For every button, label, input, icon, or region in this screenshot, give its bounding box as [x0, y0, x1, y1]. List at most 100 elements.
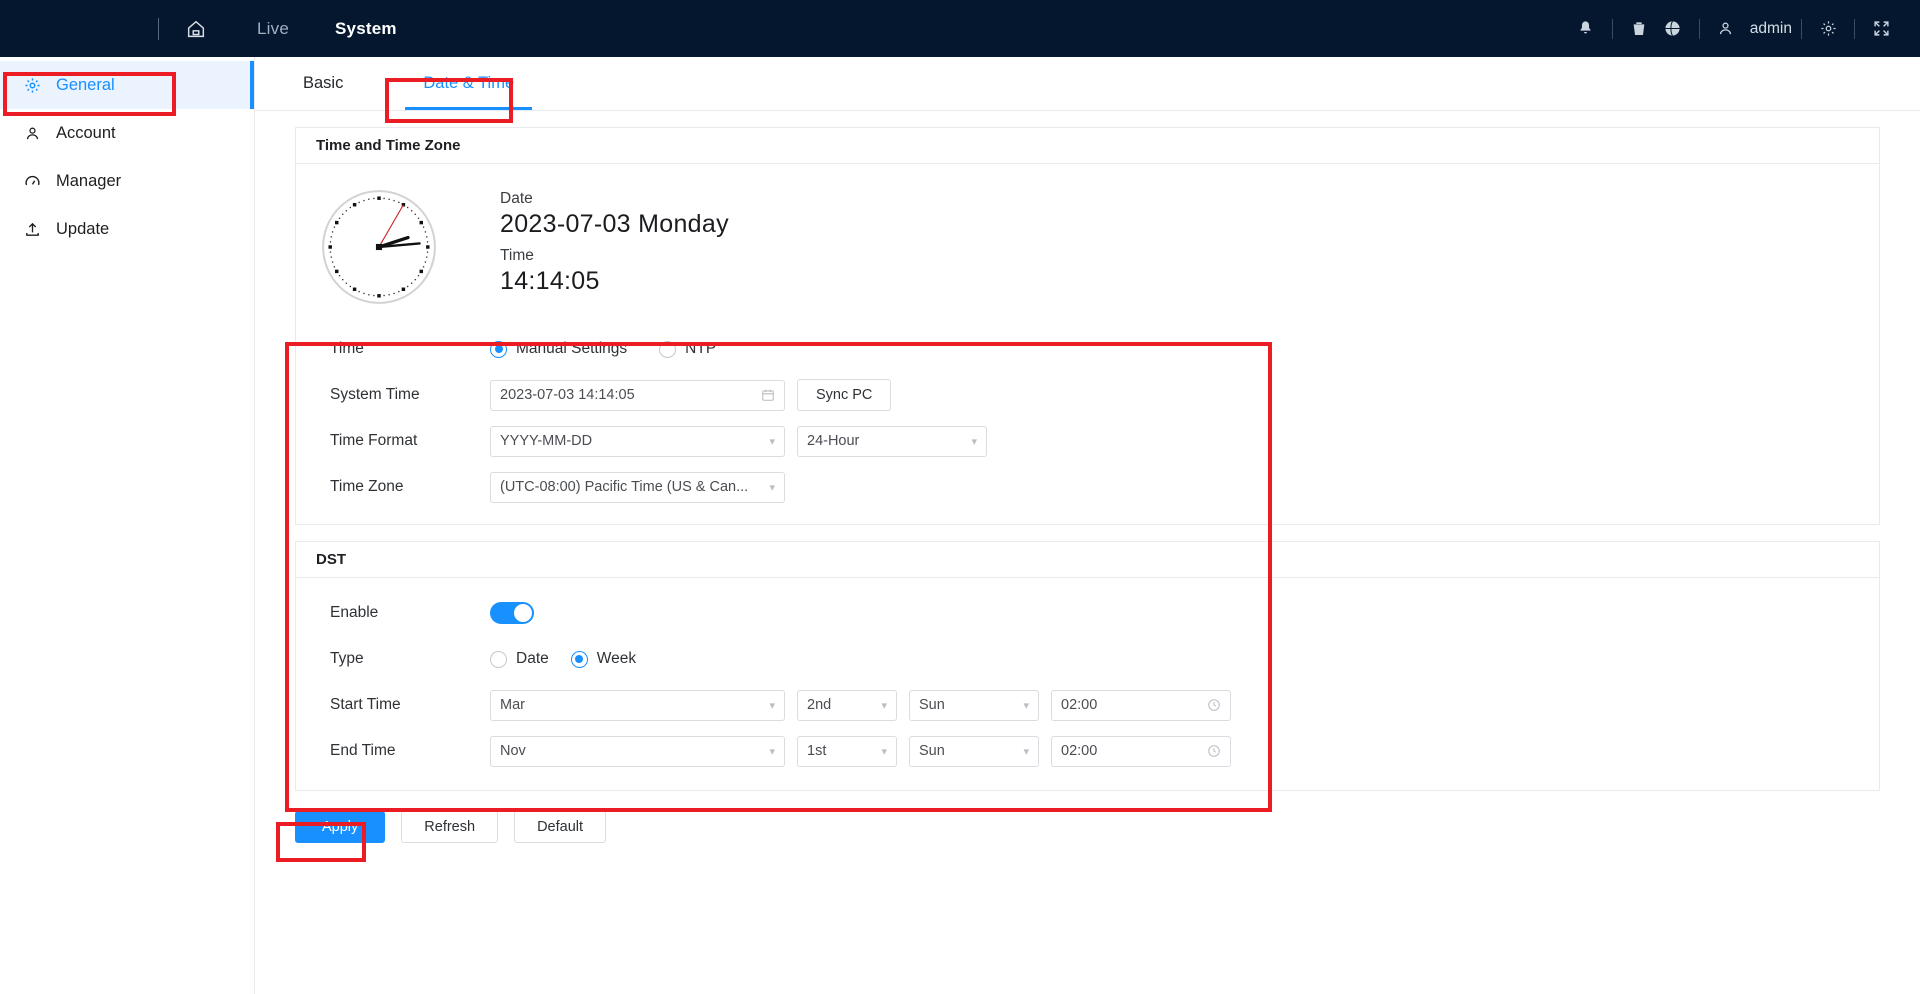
sidebar-item-account[interactable]: Account: [0, 109, 254, 157]
datetime-readout: Date 2023-07-03 Monday Time 14:14:05: [500, 190, 729, 304]
time-zone-select[interactable]: (UTC-08:00) Pacific Time (US & Can... ▾: [490, 472, 785, 503]
tab-bar: Basic Date & Time: [255, 57, 1920, 111]
user-icon[interactable]: [1709, 12, 1743, 46]
header-separator-2: [1699, 19, 1700, 39]
dst-enable-toggle[interactable]: [490, 602, 534, 624]
tab-date-time[interactable]: Date & Time: [405, 57, 532, 110]
tab-basic[interactable]: Basic: [285, 57, 361, 110]
calendar-icon[interactable]: [761, 388, 775, 402]
analog-clock-icon: [318, 186, 440, 308]
system-time-input[interactable]: 2023-07-03 14:14:05: [490, 380, 785, 411]
radio-indicator: [659, 341, 676, 358]
default-button[interactable]: Default: [514, 811, 606, 843]
chevron-down-icon: ▾: [1023, 745, 1029, 758]
panel-body: Date 2023-07-03 Monday Time 14:14:05 Tim…: [296, 164, 1879, 510]
date-value: 2023-07-03 Monday: [500, 210, 729, 239]
chevron-down-icon: ▾: [769, 481, 775, 494]
gear-icon[interactable]: [1811, 12, 1845, 46]
row-label: Type: [330, 650, 490, 668]
admin-username[interactable]: admin: [1750, 20, 1792, 38]
panel-title: Time and Time Zone: [296, 128, 1879, 164]
app-header: Live System admin: [0, 0, 1920, 57]
gear-icon: [22, 77, 42, 94]
upload-icon: [22, 221, 42, 238]
dst-panel: DST Enable Type Date: [295, 541, 1880, 791]
start-day-value: Sun: [919, 697, 1023, 713]
time-value: 14:14:05: [500, 267, 729, 296]
hour-format-select[interactable]: 24-Hour ▾: [797, 426, 987, 457]
header-separator-4: [1854, 19, 1855, 39]
radio-label: NTP: [685, 340, 716, 358]
end-week-select[interactable]: 1st ▾: [797, 736, 897, 767]
row-dst-enable: Enable: [296, 590, 1879, 636]
end-time-input[interactable]: 02:00: [1051, 736, 1231, 767]
date-label: Date: [500, 190, 729, 208]
radio-manual-settings[interactable]: Manual Settings: [490, 340, 627, 358]
chevron-down-icon: ▾: [769, 745, 775, 758]
row-dst-start-time: Start Time Mar ▾ 2nd ▾ Sun ▾: [296, 682, 1879, 728]
radio-label: Week: [597, 650, 636, 668]
header-separator-1: [1612, 19, 1613, 39]
radio-indicator: [490, 341, 507, 358]
radio-ntp[interactable]: NTP: [659, 340, 716, 358]
globe-icon[interactable]: [1656, 12, 1690, 46]
end-month-value: Nov: [500, 743, 769, 759]
nav-item-live[interactable]: Live: [257, 19, 289, 39]
radio-indicator: [490, 651, 507, 668]
row-dst-type: Type Date Week: [296, 636, 1879, 682]
start-week-select[interactable]: 2nd ▾: [797, 690, 897, 721]
nav-item-system[interactable]: System: [335, 19, 397, 39]
clock-icon[interactable]: [1207, 698, 1221, 712]
date-format-select[interactable]: YYYY-MM-DD ▾: [490, 426, 785, 457]
radio-label: Date: [516, 650, 549, 668]
chevron-down-icon: ▾: [769, 435, 775, 448]
end-time-value: 02:00: [1061, 743, 1207, 759]
radio-dst-date[interactable]: Date: [490, 650, 549, 668]
content-card: Basic Date & Time Time and Time Zone: [255, 57, 1920, 994]
row-dst-end-time: End Time Nov ▾ 1st ▾ Sun ▾: [296, 728, 1879, 774]
sidebar-item-general[interactable]: General: [0, 61, 254, 109]
start-month-select[interactable]: Mar ▾: [490, 690, 785, 721]
hour-format-value: 24-Hour: [807, 433, 971, 449]
radio-dst-week[interactable]: Week: [571, 650, 636, 668]
clock-icon[interactable]: [1207, 744, 1221, 758]
trash-icon[interactable]: [1622, 12, 1656, 46]
row-label: Time: [330, 340, 490, 358]
row-system-time: System Time 2023-07-03 14:14:05 Sync PC: [296, 372, 1879, 418]
apply-button[interactable]: Apply: [295, 811, 385, 843]
chevron-down-icon: ▾: [1023, 699, 1029, 712]
sidebar-item-label: Account: [56, 124, 116, 143]
start-time-input[interactable]: 02:00: [1051, 690, 1231, 721]
panel-body: Enable Type Date: [296, 578, 1879, 790]
fullscreen-icon[interactable]: [1864, 12, 1898, 46]
row-time-zone: Time Zone (UTC-08:00) Pacific Time (US &…: [296, 464, 1879, 510]
start-month-value: Mar: [500, 697, 769, 713]
radio-label: Manual Settings: [516, 340, 627, 358]
sidebar-item-label: Update: [56, 220, 109, 239]
time-zone-value: (UTC-08:00) Pacific Time (US & Can...: [500, 479, 769, 495]
time-label: Time: [500, 247, 729, 265]
chevron-down-icon: ▾: [971, 435, 977, 448]
refresh-button[interactable]: Refresh: [401, 811, 498, 843]
start-day-select[interactable]: Sun ▾: [909, 690, 1039, 721]
end-month-select[interactable]: Nov ▾: [490, 736, 785, 767]
clock-and-datetime: Date 2023-07-03 Monday Time 14:14:05: [296, 164, 1879, 326]
sidebar-item-label: General: [56, 76, 115, 95]
header-separator-3: [1801, 19, 1802, 39]
sidebar-item-label: Manager: [56, 172, 121, 191]
radio-indicator: [571, 651, 588, 668]
bell-icon[interactable]: [1569, 12, 1603, 46]
row-label: Start Time: [330, 696, 490, 714]
main-area: Basic Date & Time Time and Time Zone: [255, 57, 1920, 994]
action-bar: Apply Refresh Default: [255, 791, 1920, 843]
user-icon: [22, 125, 42, 142]
end-day-select[interactable]: Sun ▾: [909, 736, 1039, 767]
sidebar-item-manager[interactable]: Manager: [0, 157, 254, 205]
row-label: Time Zone: [330, 478, 490, 496]
home-icon[interactable]: [181, 14, 211, 44]
sync-pc-button[interactable]: Sync PC: [797, 379, 891, 411]
row-time-mode: Time Manual Settings NTP: [296, 326, 1879, 372]
sidebar-item-update[interactable]: Update: [0, 205, 254, 253]
system-time-value: 2023-07-03 14:14:05: [500, 387, 761, 403]
toggle-knob: [514, 604, 532, 622]
